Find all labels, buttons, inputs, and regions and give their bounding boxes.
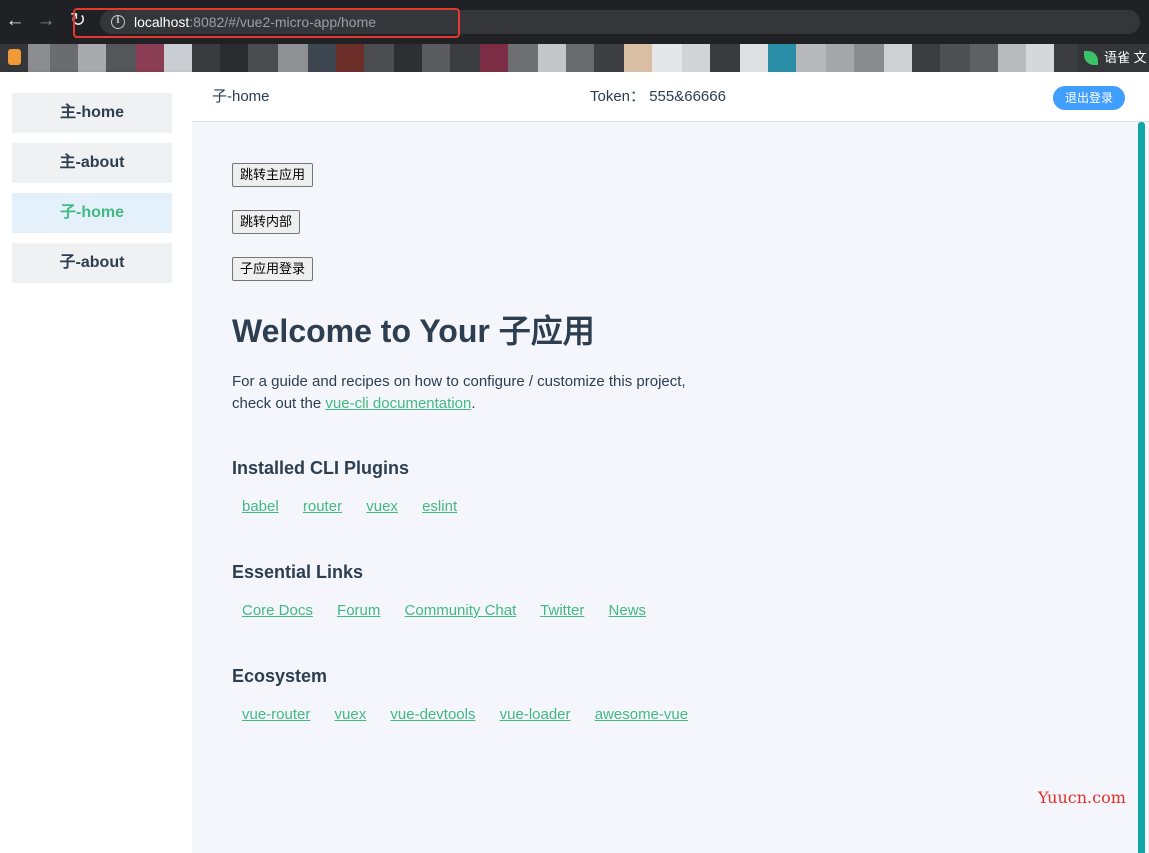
token-value: 555&66666 <box>649 88 726 105</box>
sub-app-login-button[interactable]: 子应用登录 <box>232 257 314 281</box>
blurred-bookmark[interactable] <box>566 44 594 72</box>
blurred-bookmark[interactable] <box>940 44 970 72</box>
page-title: 子-home <box>212 88 270 105</box>
bookmark-yuque-label: 语雀 文 <box>1104 50 1147 65</box>
essential-link-list: Core Docs Forum Community Chat Twitter N… <box>242 602 666 619</box>
token-label: Token： <box>590 88 646 105</box>
blurred-bookmark[interactable] <box>912 44 940 72</box>
bookmarks-bar: 语雀 文 <box>0 44 1149 72</box>
link-forum[interactable]: Forum <box>337 602 380 619</box>
section-title-plugins: Installed CLI Plugins <box>232 458 410 478</box>
blurred-bookmark[interactable] <box>480 44 508 72</box>
token-display: Token： 555&66666 <box>590 72 726 122</box>
link-awesome-vue[interactable]: awesome-vue <box>595 706 688 723</box>
link-vue-devtools[interactable]: vue-devtools <box>390 706 475 723</box>
ecosystem-link-list: vue-router vuex vue-devtools vue-loader … <box>242 706 708 723</box>
blurred-bookmark[interactable] <box>50 44 78 72</box>
blurred-bookmark[interactable] <box>308 44 336 72</box>
blurred-bookmark[interactable] <box>508 44 538 72</box>
intro-suffix: . <box>471 395 476 412</box>
blurred-bookmark[interactable] <box>970 44 998 72</box>
browser-toolbar: ← → ↻ i localhost:8082/#/vue2-micro-app/… <box>0 0 1149 44</box>
blurred-bookmark[interactable] <box>164 44 192 72</box>
blurred-bookmark[interactable] <box>538 44 566 72</box>
sidebar-item-main-home[interactable]: 主-home <box>12 93 172 133</box>
link-vuex-eco[interactable]: vuex <box>335 706 367 723</box>
section-title-essential-links: Essential Links <box>232 562 364 582</box>
blurred-bookmark[interactable] <box>278 44 308 72</box>
link-babel[interactable]: babel <box>242 498 279 515</box>
blurred-bookmark[interactable] <box>682 44 710 72</box>
goto-main-app-button[interactable]: 跳转主应用 <box>232 163 314 187</box>
link-community-chat[interactable]: Community Chat <box>405 602 517 619</box>
plugins-link-list: babel router vuex eslint <box>242 498 477 515</box>
bookmark-yuque[interactable]: 语雀 文 <box>1079 44 1149 72</box>
blurred-bookmark[interactable] <box>854 44 884 72</box>
blurred-bookmark[interactable] <box>450 44 480 72</box>
blurred-bookmark[interactable] <box>364 44 394 72</box>
blurred-bookmark[interactable] <box>768 44 796 72</box>
link-eslint[interactable]: eslint <box>422 498 457 515</box>
link-router[interactable]: router <box>303 498 342 515</box>
sidebar: 主-home 主-about 子-home 子-about <box>0 72 192 853</box>
link-vue-router[interactable]: vue-router <box>242 706 310 723</box>
link-twitter[interactable]: Twitter <box>540 602 584 619</box>
blurred-bookmark[interactable] <box>710 44 740 72</box>
bookmark-folder-icon[interactable] <box>8 49 21 65</box>
goto-internal-button[interactable]: 跳转内部 <box>232 210 301 234</box>
intro-line1: For a guide and recipes on how to config… <box>232 373 686 390</box>
link-news[interactable]: News <box>609 602 647 619</box>
blurred-bookmark[interactable] <box>78 44 106 72</box>
welcome-heading: Welcome to Your 子应用 <box>232 313 595 349</box>
yuque-leaf-icon <box>1084 51 1098 65</box>
forward-arrow-icon[interactable]: → <box>35 10 57 32</box>
blurred-bookmark[interactable] <box>884 44 912 72</box>
sidebar-item-sub-home[interactable]: 子-home <box>12 193 172 233</box>
blurred-bookmark[interactable] <box>1026 44 1054 72</box>
watermark-text: Yuucn.com <box>1038 788 1126 807</box>
url-highlight-box <box>73 8 460 38</box>
main-content <box>192 122 1149 853</box>
link-vuex[interactable]: vuex <box>366 498 398 515</box>
blurred-bookmark[interactable] <box>422 44 450 72</box>
blurred-bookmark[interactable] <box>1054 44 1078 72</box>
blurred-bookmark[interactable] <box>624 44 652 72</box>
link-vue-loader[interactable]: vue-loader <box>500 706 571 723</box>
blurred-bookmark[interactable] <box>336 44 364 72</box>
sidebar-item-sub-about[interactable]: 子-about <box>12 243 172 283</box>
blurred-bookmark[interactable] <box>28 44 50 72</box>
blurred-bookmark[interactable] <box>106 44 136 72</box>
intro-prefix: check out the <box>232 395 326 412</box>
blurred-bookmark[interactable] <box>136 44 164 72</box>
link-core-docs[interactable]: Core Docs <box>242 602 313 619</box>
section-title-ecosystem: Ecosystem <box>232 666 328 686</box>
blurred-bookmark[interactable] <box>796 44 826 72</box>
blurred-bookmark[interactable] <box>826 44 854 72</box>
scrollbar[interactable] <box>1138 122 1145 853</box>
blurred-bookmark[interactable] <box>220 44 248 72</box>
blurred-bookmark[interactable] <box>740 44 768 72</box>
blurred-bookmark[interactable] <box>394 44 422 72</box>
blurred-bookmark[interactable] <box>192 44 220 72</box>
vue-cli-docs-link[interactable]: vue-cli documentation <box>325 395 471 412</box>
sidebar-item-main-about[interactable]: 主-about <box>12 143 172 183</box>
app-header: 子-home Token： 555&66666 退出登录 <box>192 72 1149 122</box>
blurred-bookmark[interactable] <box>998 44 1026 72</box>
logout-button[interactable]: 退出登录 <box>1053 86 1125 110</box>
blurred-bookmark[interactable] <box>594 44 624 72</box>
intro-text: For a guide and recipes on how to config… <box>232 371 752 415</box>
back-arrow-icon[interactable]: ← <box>4 10 26 32</box>
blurred-bookmark[interactable] <box>248 44 278 72</box>
blurred-bookmark[interactable] <box>652 44 682 72</box>
